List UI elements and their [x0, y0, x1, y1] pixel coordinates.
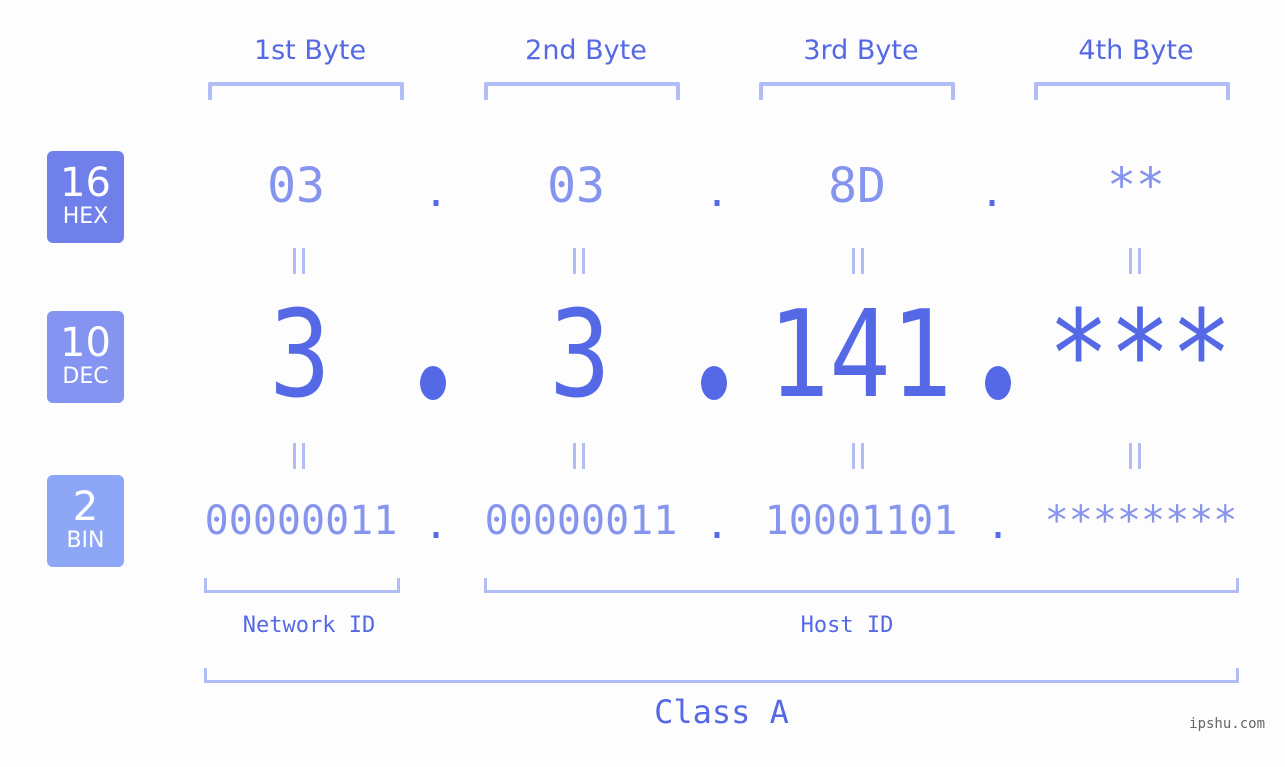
bin-separator-2: .	[704, 502, 730, 548]
equals-icon	[852, 443, 864, 469]
equals-icon	[1129, 248, 1141, 274]
dec-badge-num: 10	[60, 320, 111, 366]
network-id-label: Network ID	[242, 613, 376, 638]
hex-separator-1: .	[423, 170, 449, 216]
hex-byte-3: 8D	[828, 158, 886, 214]
byte-label-1: 1st Byte	[253, 35, 367, 66]
dec-badge: 10 DEC	[47, 311, 124, 403]
byte-label-2: 2nd Byte	[525, 35, 647, 66]
bin-byte-2: 00000011	[484, 498, 678, 544]
host-id-bracket	[484, 578, 1239, 593]
equals-icon	[573, 248, 585, 274]
dec-byte-4: ***	[1047, 286, 1233, 425]
dec-byte-1: 3	[269, 286, 331, 425]
dec-byte-2: 3	[549, 286, 611, 425]
hex-badge: 16 HEX	[47, 151, 124, 243]
byte-bracket-1	[208, 82, 404, 100]
dec-separator-1	[420, 366, 446, 400]
byte-label-3: 3rd Byte	[803, 35, 919, 66]
equals-icon	[293, 443, 305, 469]
dec-badge-name: DEC	[62, 364, 109, 389]
network-id-bracket	[204, 578, 400, 593]
hex-byte-4: **	[1107, 158, 1165, 214]
byte-bracket-3	[759, 82, 955, 100]
bin-separator-1: .	[423, 502, 449, 548]
byte-label-4: 4th Byte	[1078, 35, 1194, 66]
equals-icon	[1129, 443, 1141, 469]
byte-bracket-4	[1034, 82, 1230, 100]
byte-bracket-2	[484, 82, 680, 100]
bin-badge-name: BIN	[66, 528, 105, 553]
hex-separator-3: .	[979, 170, 1005, 216]
hex-badge-num: 16	[60, 160, 111, 206]
hex-byte-1: 03	[267, 158, 325, 214]
bin-byte-1: 00000011	[204, 498, 398, 544]
bin-separator-3: .	[985, 502, 1011, 548]
equals-icon	[293, 248, 305, 274]
watermark: ipshu.com	[1189, 716, 1265, 732]
host-id-label: Host ID	[800, 613, 894, 638]
dec-byte-3: 141	[767, 286, 953, 425]
hex-badge-name: HEX	[62, 204, 109, 229]
bin-badge-num: 2	[72, 484, 99, 530]
class-label: Class A	[654, 693, 789, 731]
class-bracket	[204, 668, 1239, 683]
dec-separator-2	[701, 366, 727, 400]
equals-icon	[852, 248, 864, 274]
bin-badge: 2 BIN	[47, 475, 124, 567]
bin-byte-4: ********	[1044, 498, 1238, 544]
hex-separator-2: .	[704, 170, 730, 216]
bin-byte-3: 10001101	[764, 498, 958, 544]
equals-icon	[573, 443, 585, 469]
hex-byte-2: 03	[547, 158, 605, 214]
dec-separator-3	[985, 366, 1011, 400]
